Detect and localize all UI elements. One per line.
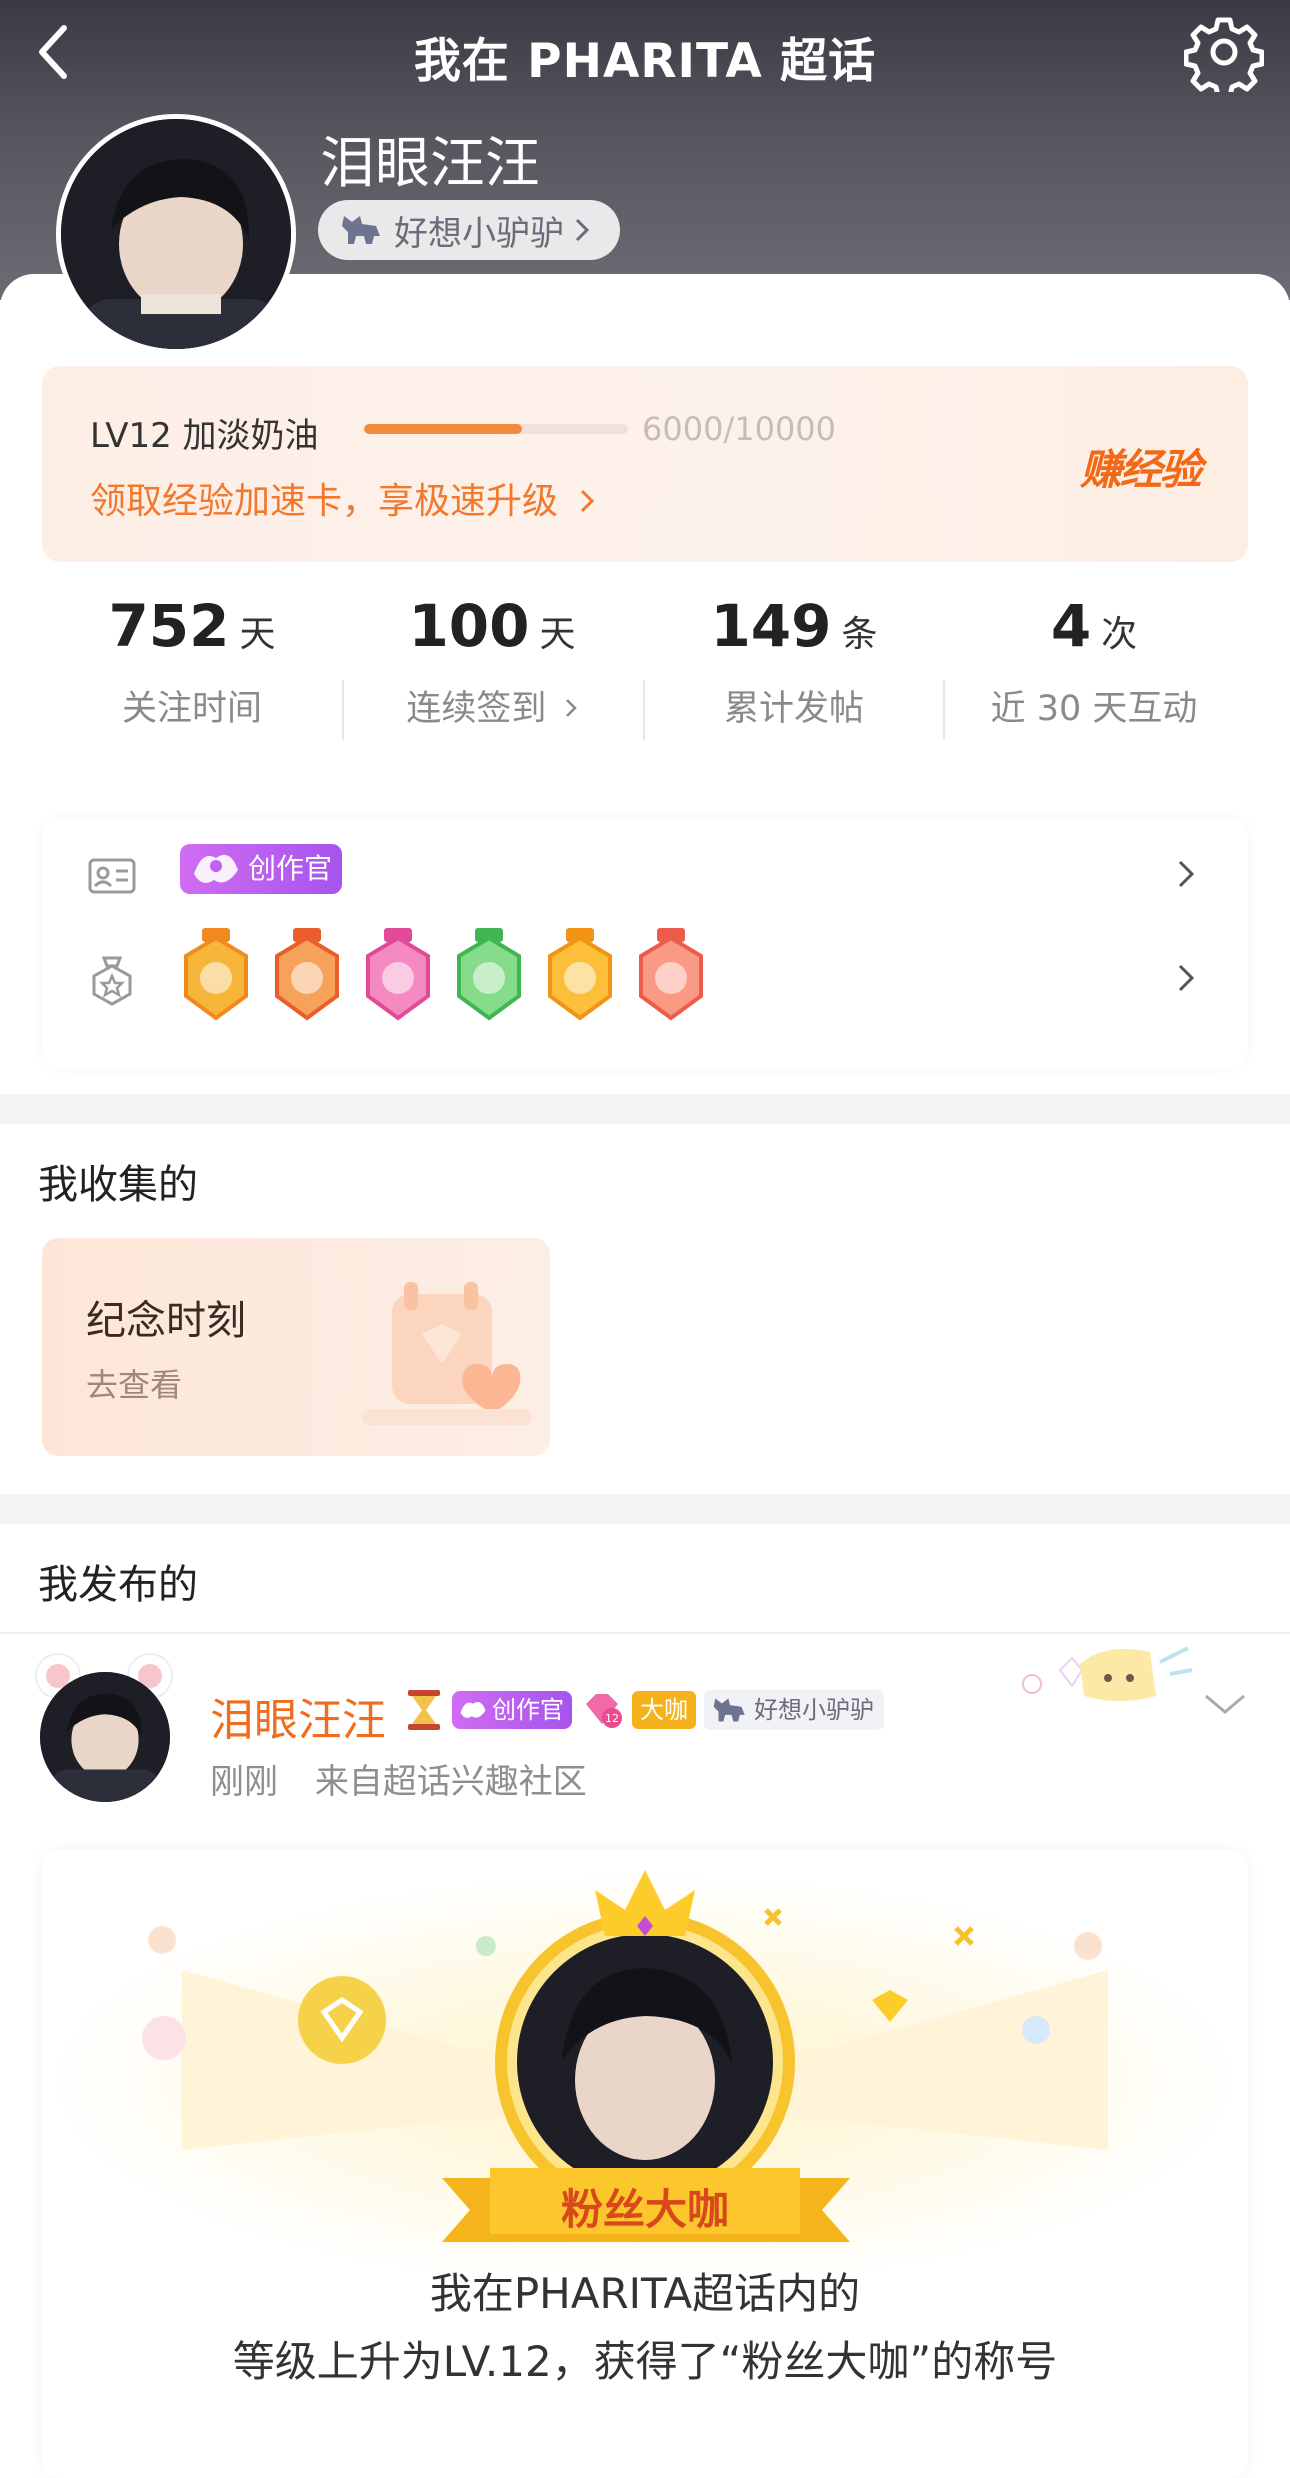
memorial-moments-card[interactable]: 纪念时刻 去查看 (42, 1238, 550, 1456)
stat-unit: 天 (239, 614, 276, 655)
creator-icon (460, 1701, 486, 1718)
creator-icon (194, 854, 238, 883)
profile-username: 泪眼汪汪 (320, 131, 541, 195)
stat-value: 100 (408, 592, 530, 660)
title-ribbon-text: 粉丝大咖 (560, 2185, 729, 2234)
donkey-icon (713, 1698, 745, 1722)
stats-row: 752 天 关注时间 100 天 连续签到 149 条 累计发帖 4次 近 30 天互… (42, 592, 1248, 772)
calendar-heart-icon (362, 1282, 532, 1425)
stat-follow-days: 752 天 关注时间 (42, 592, 342, 731)
level-up-post-card[interactable]: 粉丝大咖 我在PHARITA超话内的 等级上升为LV.12，获得了“粉丝大咖”的… (42, 1850, 1248, 2478)
post-menu-chevron-icon[interactable] (1200, 1690, 1250, 1720)
earn-exp-button[interactable]: 赚经验 (1080, 436, 1202, 497)
identity-row[interactable]: 创作官 (42, 818, 1248, 928)
lv12-badge-icon: 12 (586, 1694, 622, 1728)
top-bar: 我在 PHARITA 超话 (0, 0, 1290, 104)
post-creator-label: 创作官 (492, 1696, 564, 1724)
stat-unit: 天 (539, 614, 576, 655)
settings-button[interactable] (1183, 12, 1265, 99)
svg-text:12: 12 (605, 1712, 619, 1725)
post-source: 来自超话兴趣社区 (314, 1762, 587, 1802)
lv12-medal-icon (366, 928, 430, 1021)
chevron-right-icon (1178, 860, 1195, 888)
stat-value: 752 (108, 592, 230, 660)
30-days-medal-icon (548, 928, 612, 1021)
section-separator (0, 1494, 1290, 1524)
creator-role-tag: 创作官 (180, 844, 342, 894)
avatar-image (61, 119, 291, 349)
cheese-sticker-decoration (1022, 1646, 1193, 1701)
post-text-line-1: 我在PHARITA超话内的 (429, 2269, 861, 2318)
profile-avatar[interactable] (56, 114, 296, 354)
hands-medal-icon (457, 928, 521, 1021)
hourglass-icon (408, 1690, 440, 1730)
memorial-card-link: 去查看 (86, 1366, 183, 1404)
stat-unit: 次 (1101, 614, 1138, 655)
collected-section-title: 我收集的 (38, 1162, 198, 1208)
level-title: LV12 加淡奶油 (90, 416, 319, 456)
post-fan-tag-label: 好想小驴驴 (754, 1696, 874, 1724)
post-author-avatar[interactable] (40, 1672, 170, 1802)
stat-interactions: 4次 近 30 天互动 (944, 592, 1244, 731)
medal-icon (92, 956, 132, 1006)
stat-value: 149 (710, 592, 832, 660)
donkey-icon (342, 216, 380, 244)
stat-label: 连续签到 (406, 689, 547, 729)
post-creator-tag: 创作官 (452, 1691, 572, 1729)
medals-row[interactable] (42, 922, 1248, 1032)
avatar-image (40, 1672, 170, 1802)
chevron-right-icon (1178, 964, 1195, 992)
post-big-fan-tag: 大咖 (632, 1691, 696, 1729)
gear-icon (1183, 17, 1265, 99)
stat-value: 4 (1050, 592, 1092, 660)
chevron-right-icon (565, 699, 577, 717)
stat-checkin-days[interactable]: 100 天 连续签到 (342, 592, 642, 731)
page-title: 我在 PHARITA 超话 (413, 34, 877, 89)
super-topic-profile-card: LV12 加淡奶油 6000/10000 领取经验加速卡，享极速升级 赚经验 7… (0, 274, 1290, 1094)
100-days-medal-icon (275, 928, 339, 1021)
crown-medal-icon (184, 928, 248, 1021)
stat-unit: 条 (841, 614, 878, 655)
post-time: 刚刚 (210, 1762, 278, 1802)
post-meta: 刚刚 来自超话兴趣社区 (210, 1754, 587, 1803)
rock-hand-medal-icon (639, 928, 703, 1021)
fan-tag-pill[interactable]: 好想小驴驴 (318, 200, 620, 260)
level-progress-text: 6000/10000 (642, 410, 837, 448)
identity-panel: 创作官 (42, 818, 1248, 1068)
level-progress-bar (364, 424, 628, 434)
section-separator (0, 1094, 1290, 1124)
id-card-icon (88, 858, 136, 894)
stat-label: 关注时间 (121, 689, 262, 729)
exp-card-label: 领取经验加速卡，享极速升级 (90, 481, 559, 522)
level-progress-fill (364, 424, 523, 434)
chevron-right-icon (575, 218, 590, 242)
post-author-name[interactable]: 泪眼汪汪 (210, 1684, 386, 1748)
post-text-line-2: 等级上升为LV.12，获得了“粉丝大咖”的称号 (232, 2337, 1058, 2386)
chevron-right-icon (581, 489, 595, 513)
published-section-title: 我发布的 (38, 1562, 198, 1608)
stat-label: 累计发帖 (723, 689, 864, 729)
exp-card-link[interactable]: 领取经验加速卡，享极速升级 (90, 472, 597, 524)
creator-role-label: 创作官 (247, 852, 332, 885)
level-panel[interactable]: LV12 加淡奶油 6000/10000 领取经验加速卡，享极速升级 赚经验 (42, 366, 1248, 562)
post-fan-tag: 好想小驴驴 (704, 1690, 884, 1730)
memorial-card-title: 纪念时刻 (86, 1298, 246, 1344)
stat-label: 近 30 天互动 (990, 689, 1198, 729)
fan-tag-label: 好想小驴驴 (394, 213, 564, 254)
stat-posts: 149 条 累计发帖 (644, 592, 944, 731)
post-author-tags: 创作官 12 大咖 好想小驴驴 (404, 1688, 884, 1732)
